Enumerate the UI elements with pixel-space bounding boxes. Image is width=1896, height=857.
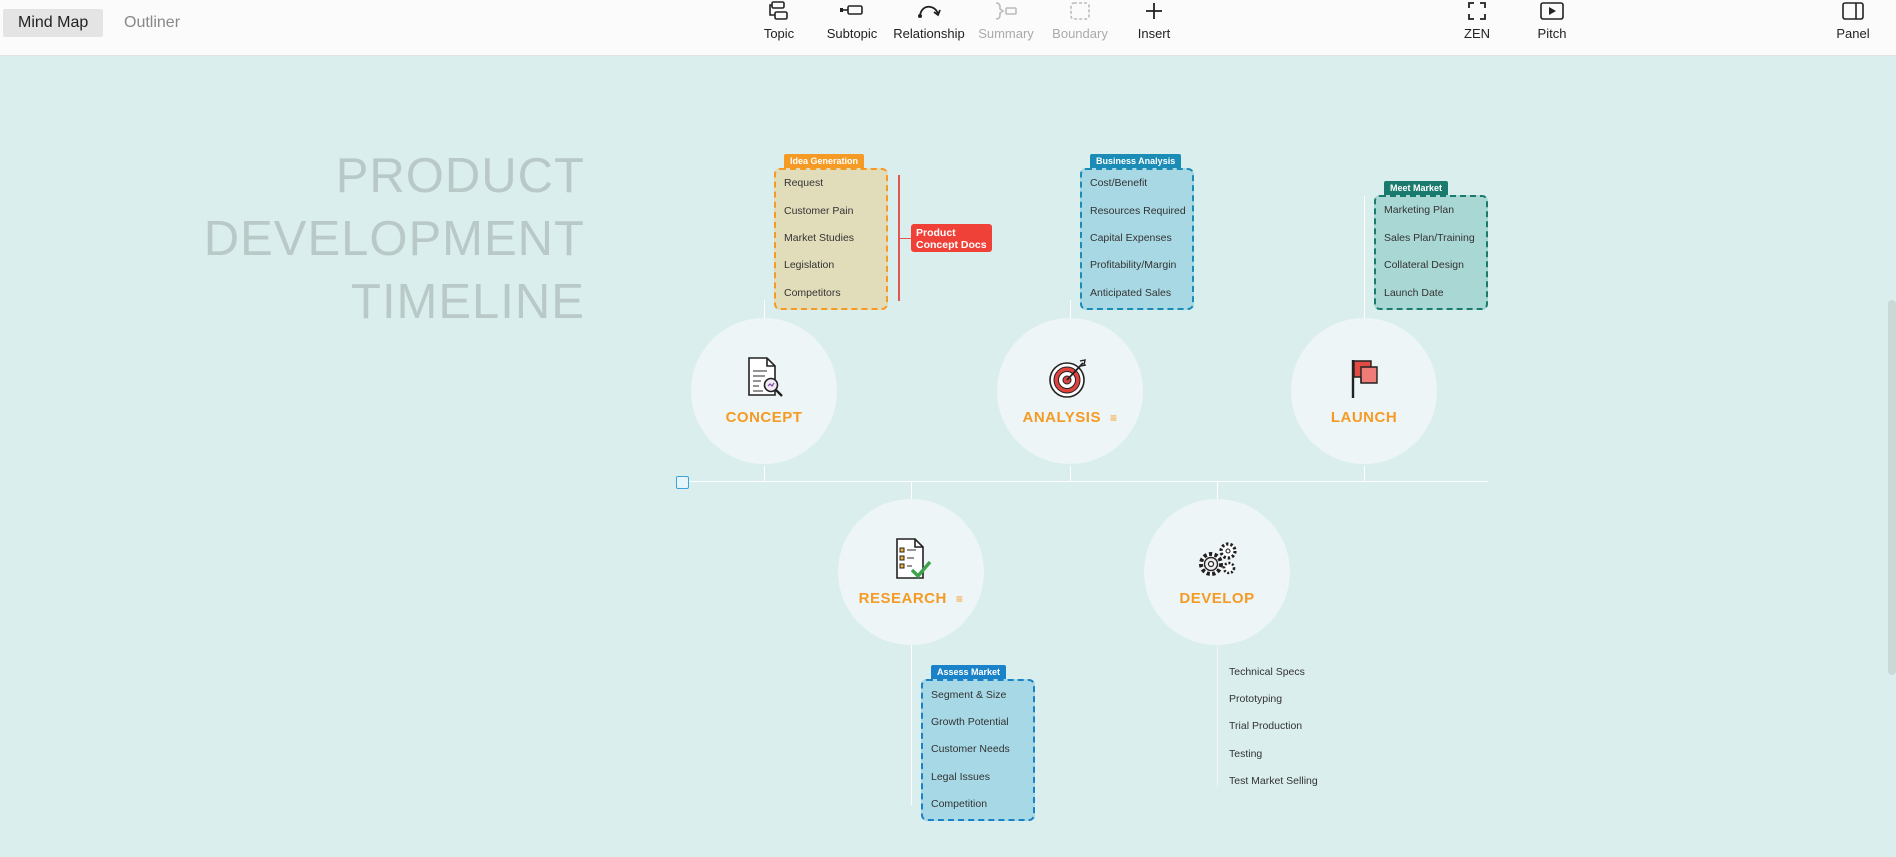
selection-handle[interactable] (676, 476, 689, 489)
topic-develop[interactable]: DEVELOP (1144, 499, 1290, 645)
topic-launch[interactable]: LAUNCH (1291, 318, 1437, 464)
relationship-label: Relationship (893, 26, 965, 41)
tab-outliner[interactable]: Outliner (109, 9, 195, 37)
panel-icon (1842, 2, 1864, 20)
subtopic-market-studies[interactable]: Market Studies (784, 232, 854, 244)
topic-button[interactable]: Topic (739, 0, 819, 50)
note-icon[interactable]: ≡ (1110, 411, 1118, 425)
panel-label: Panel (1836, 26, 1870, 41)
boundary-tag-assess-market[interactable]: Assess Market (931, 665, 1007, 679)
subtopic-capital-expenses[interactable]: Capital Expenses (1090, 232, 1172, 244)
connector-develop-top (1217, 481, 1218, 499)
top-toolbar: Mind Map Outliner Topic Subtopic Relatio… (0, 0, 1896, 56)
boundary-icon (1070, 2, 1090, 20)
subtopic-legal-issues[interactable]: Legal Issues (931, 771, 990, 783)
connector-research-top (911, 481, 912, 499)
callout-product-concept-docs[interactable]: Product Concept Docs (911, 224, 992, 252)
topic-icon (769, 1, 788, 20)
topic-label: Topic (763, 26, 795, 41)
connector-research-bottom (911, 645, 912, 805)
summary-button[interactable]: Summary (966, 0, 1046, 50)
summary-label: Summary (978, 26, 1034, 41)
callout-bracket-link (898, 238, 911, 239)
connector-analysis-top (1070, 300, 1071, 320)
map-title-line-3[interactable]: TIMELINE (351, 274, 585, 330)
subtopic-anticipated-sales[interactable]: Anticipated Sales (1090, 287, 1171, 299)
boundary-tag-business-analysis[interactable]: Business Analysis (1090, 154, 1182, 168)
subtopic-launch-date[interactable]: Launch Date (1384, 287, 1444, 299)
subtopic-customer-needs[interactable]: Customer Needs (931, 743, 1010, 755)
subtopic-sales-plan-training[interactable]: Sales Plan/Training (1384, 232, 1475, 244)
subtopic-competition[interactable]: Competition (931, 798, 987, 810)
boundary-button[interactable]: Boundary (1040, 0, 1120, 50)
pitch-play-icon (1540, 2, 1564, 20)
insert-label: Insert (1137, 26, 1171, 41)
topic-label-research: RESEARCH ≡ (838, 590, 984, 607)
subtopic-growth-potential[interactable]: Growth Potential (931, 716, 1009, 728)
topic-label-launch: LAUNCH (1330, 409, 1398, 426)
plus-icon (1146, 3, 1162, 19)
topic-label-develop: DEVELOP (1179, 590, 1255, 607)
topic-concept[interactable]: CONCEPT (691, 318, 837, 464)
insert-button[interactable]: Insert (1114, 0, 1194, 50)
map-title-line-1[interactable]: PRODUCT (336, 148, 585, 204)
boundary-business-analysis[interactable]: Business Analysis Cost/Benefit Resources… (1080, 154, 1194, 310)
topic-analysis[interactable]: ANALYSIS ≡ (997, 318, 1143, 464)
subtopic-testing[interactable]: Testing (1229, 748, 1262, 760)
topic-label-analysis-text: ANALYSIS (1022, 409, 1101, 426)
subtopic-segment-size[interactable]: Segment & Size (931, 689, 1006, 701)
tab-mind-map[interactable]: Mind Map (3, 9, 104, 37)
boundary-meet-market[interactable]: Meet Market Marketing Plan Sales Plan/Tr… (1374, 181, 1488, 310)
subtopic-profitability-margin[interactable]: Profitability/Margin (1090, 259, 1176, 271)
panel-button[interactable]: Panel (1813, 0, 1893, 50)
boundary-assess-market[interactable]: Assess Market Segment & Size Growth Pote… (921, 665, 1035, 821)
connector-concept-top (764, 300, 765, 320)
topic-label-analysis: ANALYSIS ≡ (997, 409, 1143, 426)
zen-fullscreen-icon (1468, 2, 1486, 20)
relationship-button[interactable]: Relationship (889, 0, 969, 50)
subtopic-technical-specs[interactable]: Technical Specs (1229, 666, 1305, 678)
connector-launch-bottom (1364, 466, 1365, 481)
map-title-line-2[interactable]: DEVELOPMENT (204, 211, 585, 267)
document-search-icon (748, 357, 783, 397)
subtopic-competitors[interactable]: Competitors (784, 287, 841, 299)
relationship-icon (918, 5, 941, 18)
boundary-idea-generation[interactable]: Idea Generation Request Customer Pain Ma… (774, 154, 888, 310)
subtopic-marketing-plan[interactable]: Marketing Plan (1384, 204, 1454, 216)
flag-icon (1351, 360, 1378, 398)
boundary-tag-meet-market[interactable]: Meet Market (1384, 181, 1449, 195)
timeline-axis (686, 481, 1488, 482)
target-icon (1049, 359, 1087, 398)
topic-label-research-text: RESEARCH (858, 590, 947, 607)
subtopic-request[interactable]: Request (784, 177, 823, 189)
subtopic-collateral-design[interactable]: Collateral Design (1384, 259, 1464, 271)
pitch-button[interactable]: Pitch (1512, 0, 1592, 50)
note-icon[interactable]: ≡ (956, 592, 964, 606)
topic-label-concept: CONCEPT (725, 409, 803, 426)
boundary-tag-idea-generation[interactable]: Idea Generation (784, 154, 865, 168)
subtopic-prototyping[interactable]: Prototyping (1229, 693, 1282, 705)
subtopic-icon (840, 5, 863, 15)
vertical-scrollbar[interactable] (1888, 300, 1896, 675)
subtopic-trial-production[interactable]: Trial Production (1229, 720, 1302, 732)
connector-concept-bottom (764, 466, 765, 481)
connector-analysis-bottom (1070, 466, 1071, 481)
zen-button[interactable]: ZEN (1437, 0, 1517, 50)
subtopic-label: Subtopic (826, 26, 878, 41)
connector-develop-bottom (1217, 645, 1218, 787)
subtopic-legislation[interactable]: Legislation (784, 259, 834, 271)
gears-icon (1199, 542, 1237, 576)
subtopic-customer-pain[interactable]: Customer Pain (784, 205, 853, 217)
boundary-label: Boundary (1052, 26, 1108, 41)
subtopic-button[interactable]: Subtopic (812, 0, 892, 50)
checklist-icon (896, 538, 932, 579)
subtopic-resources-required[interactable]: Resources Required (1090, 205, 1186, 217)
connector-launch-top (1364, 196, 1365, 320)
summary-icon (995, 2, 1017, 20)
subtopic-cost-benefit[interactable]: Cost/Benefit (1090, 177, 1147, 189)
subtopic-test-market-selling[interactable]: Test Market Selling (1229, 775, 1318, 787)
pitch-label: Pitch (1537, 26, 1567, 41)
zen-label: ZEN (1464, 26, 1490, 41)
topic-research[interactable]: RESEARCH ≡ (838, 499, 984, 645)
